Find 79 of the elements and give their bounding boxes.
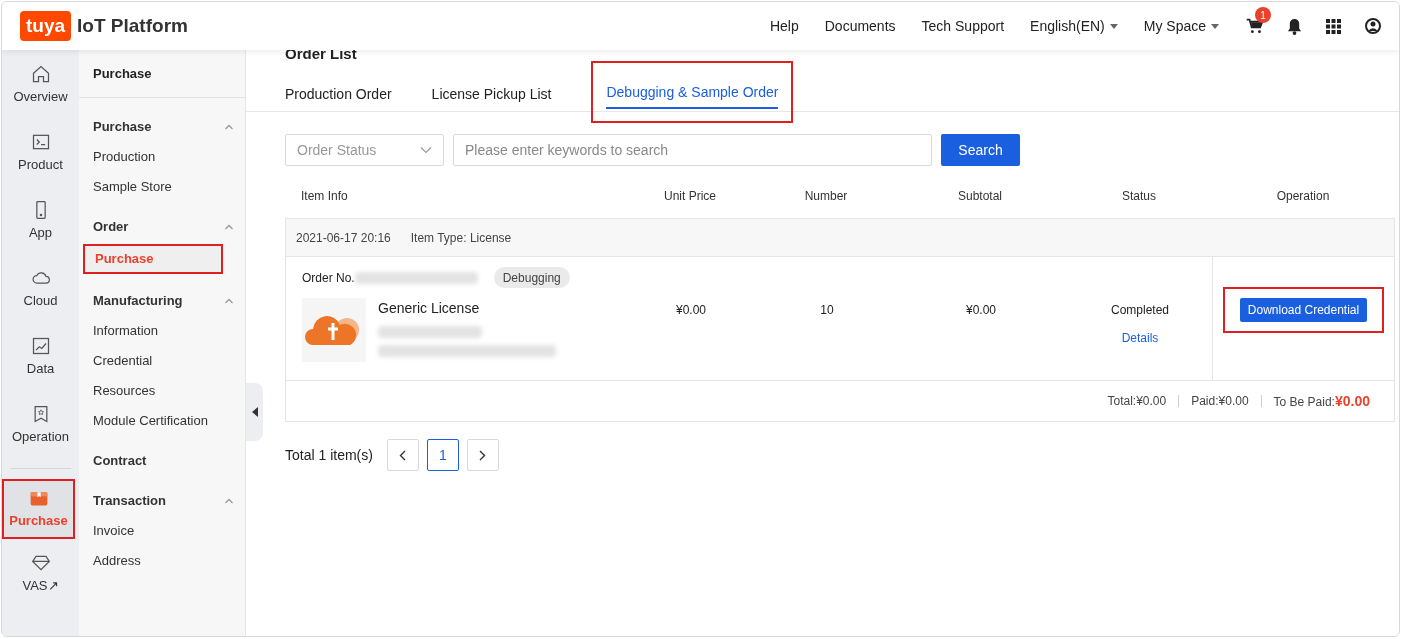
- page-number[interactable]: 1: [426, 439, 459, 471]
- logo-text: IoT Platform: [77, 13, 188, 38]
- home-icon: [30, 64, 51, 84]
- logo-mark: tuya: [20, 11, 72, 41]
- item-type: Item Type: License: [410, 229, 512, 247]
- cart-icon: [1245, 18, 1263, 34]
- chart-icon: [30, 336, 51, 356]
- subnav-item[interactable]: Resources: [83, 378, 237, 404]
- apps-grid-icon[interactable]: [1326, 18, 1341, 34]
- tab[interactable]: Production Order: [285, 79, 392, 111]
- subnav-item[interactable]: Module Certification: [83, 408, 237, 434]
- summary-amount: Paid:¥0.00: [1191, 393, 1249, 410]
- notification-badge: 1: [1255, 7, 1271, 23]
- dropdown-menu[interactable]: My Space: [1143, 15, 1219, 37]
- subnav-group[interactable]: Order: [79, 214, 234, 240]
- column-header: Item Info: [301, 189, 348, 203]
- rail-item[interactable]: Data: [2, 322, 79, 390]
- table-cell: ¥0.00: [966, 303, 996, 317]
- download-credential-button[interactable]: Download Credential: [1239, 298, 1368, 322]
- summary-amount: To Be Paid:¥0.00: [1273, 391, 1370, 411]
- cart-button[interactable]: [1245, 17, 1263, 35]
- table-cell: ¥0.00: [676, 303, 706, 317]
- subnav-item[interactable]: Credential: [83, 348, 237, 374]
- subnav-group[interactable]: Contract: [79, 448, 234, 474]
- order-date: 2021-06-17 20:16: [296, 229, 391, 247]
- rail-item[interactable]: Operation: [2, 390, 79, 458]
- rail-item[interactable]: VAS↗: [2, 539, 79, 607]
- next-page-button[interactable]: [466, 439, 499, 471]
- caret-left-icon: [251, 407, 258, 417]
- nav-link[interactable]: Help: [769, 15, 799, 37]
- user-avatar-icon[interactable]: [1365, 18, 1381, 34]
- subnav-item[interactable]: Purchase: [85, 246, 221, 272]
- chevron-up-icon: [224, 222, 234, 232]
- rail-item[interactable]: App: [2, 186, 79, 254]
- search-button[interactable]: Search: [941, 134, 1020, 166]
- column-header: Status: [1122, 189, 1156, 203]
- subnav-group[interactable]: Transaction: [79, 488, 234, 514]
- details-link[interactable]: Details: [1121, 329, 1159, 347]
- order-status: Completed: [1111, 302, 1169, 319]
- chevron-up-icon: [224, 122, 234, 132]
- tab[interactable]: Debugging & Sample Order: [606, 77, 779, 109]
- chevron-left-icon: [399, 449, 407, 461]
- subnav-title: Purchase: [93, 64, 152, 83]
- order-tag: Debugging: [493, 267, 570, 288]
- terminal-icon: [30, 132, 51, 152]
- chevron-right-icon: [479, 449, 487, 461]
- subnav-item[interactable]: Information: [83, 318, 237, 344]
- total-count: Total 1 item(s): [285, 445, 373, 465]
- column-header: Operation: [1276, 189, 1330, 203]
- chevron-up-icon: [224, 296, 234, 306]
- subnav-item[interactable]: Invoice: [83, 518, 237, 544]
- table-cell: 10: [820, 303, 834, 317]
- previous-page-button[interactable]: [386, 439, 419, 471]
- dropdown-menu[interactable]: English(EN): [1030, 15, 1118, 37]
- subnav-item[interactable]: Production: [83, 144, 237, 170]
- tab[interactable]: License Pickup List: [431, 79, 552, 111]
- summary-amount: Total:¥0.00: [1107, 393, 1167, 410]
- subnav-group[interactable]: Purchase: [79, 114, 234, 140]
- subnav-item[interactable]: Address: [83, 548, 237, 574]
- diamond-icon: [30, 553, 51, 573]
- product-name: Generic License: [378, 299, 481, 318]
- column-header: Unit Price: [664, 189, 716, 203]
- collapse-handle[interactable]: [246, 383, 263, 441]
- subnav-group[interactable]: Manufacturing: [79, 288, 234, 314]
- caret-down-icon: [1211, 23, 1219, 29]
- order-number-label: Order No.: [302, 269, 355, 287]
- chevron-down-icon: [420, 146, 432, 154]
- column-header: Number: [804, 189, 848, 203]
- nav-link[interactable]: Documents: [824, 15, 896, 37]
- rail-item[interactable]: Product: [2, 118, 79, 186]
- bell-icon[interactable]: [1287, 17, 1302, 35]
- rail-item[interactable]: Cloud: [2, 254, 79, 322]
- subnav-item[interactable]: Sample Store: [83, 174, 237, 200]
- chevron-up-icon: [224, 496, 234, 506]
- caret-down-icon: [1109, 23, 1118, 29]
- search-field[interactable]: Please enter keywords to search: [453, 134, 932, 166]
- rail-item[interactable]: Overview: [2, 50, 79, 118]
- column-header: Subtotal: [957, 189, 1002, 203]
- nav-link[interactable]: Tech Support: [921, 15, 1005, 37]
